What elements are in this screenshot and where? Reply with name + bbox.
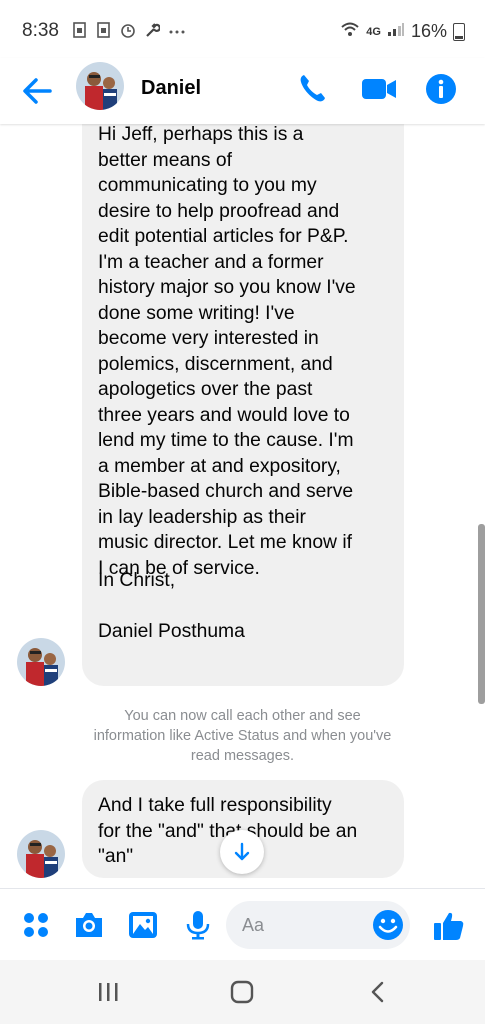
- recent-apps-icon[interactable]: [88, 976, 128, 1008]
- back-icon[interactable]: [358, 976, 398, 1008]
- composer-bar: [0, 888, 485, 961]
- signal-icon: [387, 21, 405, 42]
- message-bubble[interactable]: Hi Jeff, perhaps this is a better means …: [82, 124, 404, 686]
- thumbs-up-icon[interactable]: [432, 909, 464, 941]
- conversation-header: Daniel: [0, 58, 485, 124]
- scrollbar[interactable]: [478, 524, 485, 704]
- status-time: 8:38: [22, 20, 59, 41]
- more-icon: [168, 22, 185, 38]
- status-right: 4G 16%: [340, 20, 465, 43]
- battery-percent: 16%: [410, 21, 447, 41]
- contact-name[interactable]: Daniel: [141, 77, 201, 100]
- avatar[interactable]: [17, 830, 65, 878]
- wrench-icon: [144, 22, 161, 38]
- info-icon[interactable]: [424, 72, 458, 106]
- system-nav-bar: [0, 960, 485, 1024]
- camera-icon[interactable]: [73, 909, 105, 941]
- message-signature: Daniel Posthuma: [98, 621, 245, 642]
- avatar[interactable]: [76, 62, 124, 110]
- photo-icon[interactable]: [127, 909, 159, 941]
- scroll-to-bottom-button[interactable]: [220, 830, 264, 874]
- connection-notice: You can now call each other and see info…: [93, 708, 392, 764]
- network-type: 4G: [366, 25, 381, 38]
- message-closing: In Christ,: [98, 570, 176, 591]
- message-thread[interactable]: Hi Jeff, perhaps this is a better means …: [0, 124, 485, 888]
- battery-icon: [453, 22, 465, 41]
- sim-icon: [96, 22, 112, 38]
- message-text: Hi Jeff, perhaps this is a better means …: [98, 124, 356, 579]
- sim-icon: [72, 22, 88, 38]
- apps-icon[interactable]: [20, 909, 52, 941]
- home-icon[interactable]: [222, 976, 262, 1008]
- status-bar: 8:38 4G 16%: [0, 0, 485, 58]
- notification-icons: [72, 22, 185, 38]
- emoji-icon[interactable]: [372, 909, 404, 941]
- video-camera-icon[interactable]: [360, 72, 400, 106]
- phone-icon[interactable]: [296, 72, 330, 106]
- arrow-down-icon: [234, 842, 250, 861]
- wifi-icon: [340, 20, 360, 43]
- back-arrow-icon[interactable]: [20, 76, 54, 106]
- avatar[interactable]: [17, 638, 65, 686]
- microphone-icon[interactable]: [182, 909, 214, 941]
- alarm-icon: [120, 22, 136, 38]
